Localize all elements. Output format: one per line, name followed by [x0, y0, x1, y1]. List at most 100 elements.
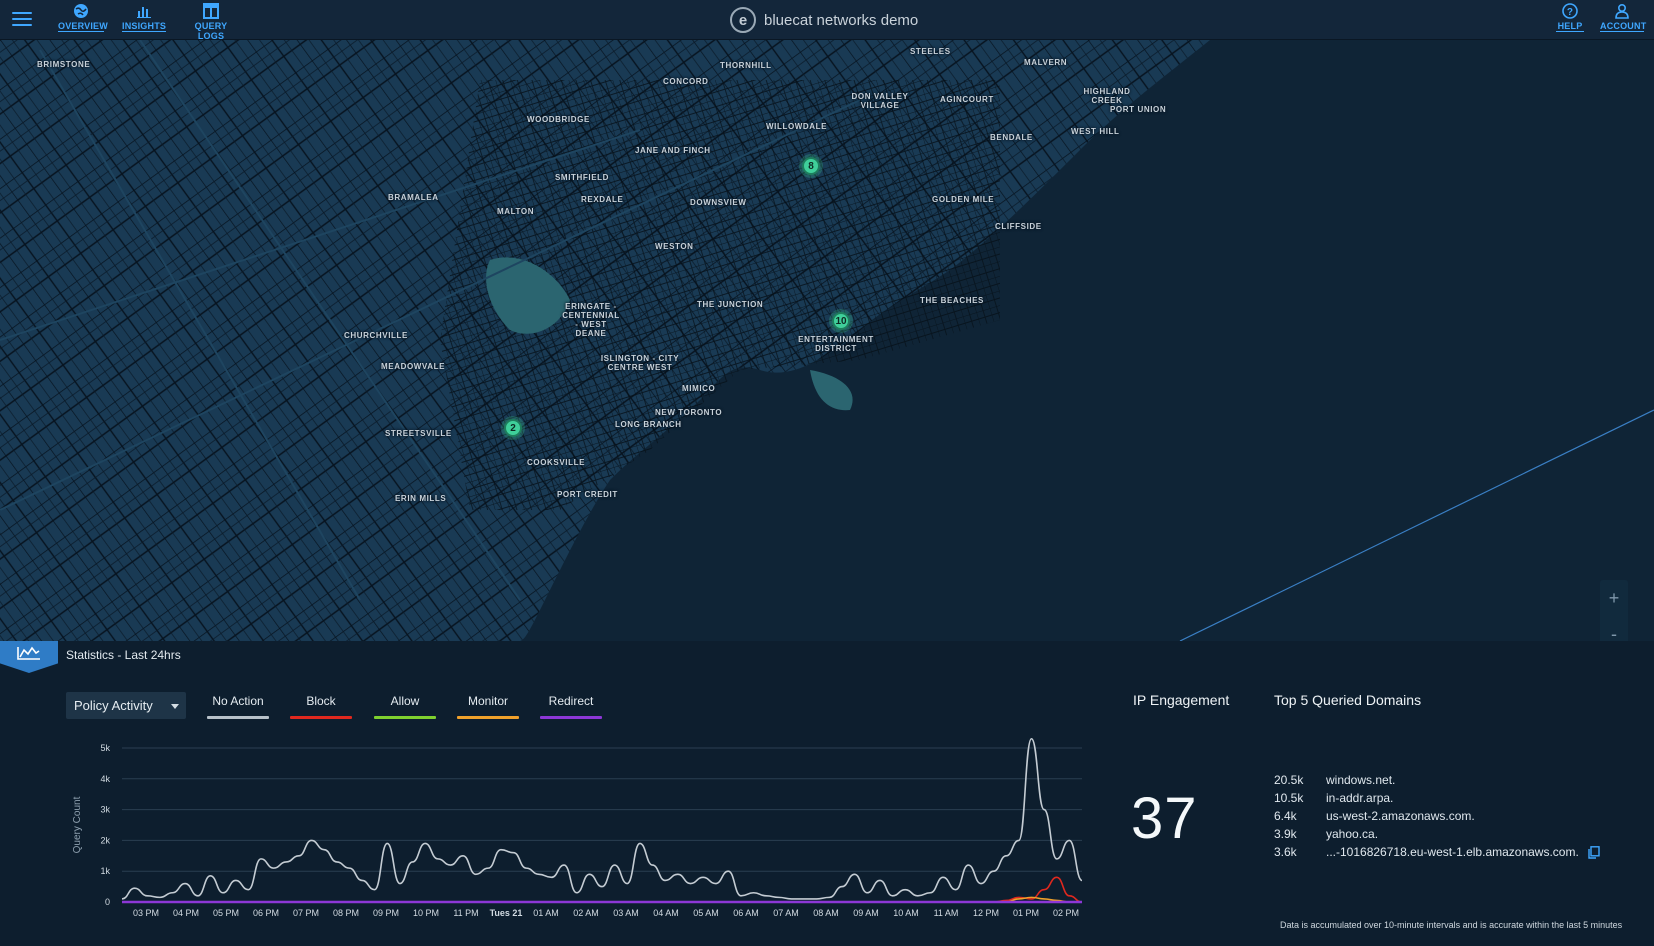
brand: e bluecat networks demo — [730, 5, 918, 35]
svg-text:?: ? — [1567, 7, 1573, 18]
chart-x-tick-label: 02 PM — [1053, 908, 1079, 918]
chart-y-tick-label: 4k — [100, 774, 110, 784]
nav-account[interactable]: ACCOUNT — [1600, 3, 1646, 32]
nav-insights[interactable]: INSIGHTS — [122, 3, 166, 32]
legend-block[interactable]: Block — [290, 694, 352, 719]
chevron-down-icon — [171, 704, 179, 709]
map-label: LONG BRANCH — [615, 420, 682, 429]
chart-x-tick-label: 05 PM — [213, 908, 239, 918]
activity-type-value: Policy Activity — [74, 698, 153, 713]
map-label: JANE AND FINCH — [635, 146, 711, 155]
zoom-in-button[interactable]: + — [1600, 580, 1628, 616]
chart-y-tick-label: 1k — [100, 866, 110, 876]
zoom-control: + - — [1600, 580, 1628, 641]
legend-redirect[interactable]: Redirect — [540, 694, 602, 719]
chart-x-tick-label: 06 PM — [253, 908, 279, 918]
domain-name: yahoo.ca. — [1326, 827, 1379, 841]
map-cluster-marker[interactable]: 2 — [504, 419, 522, 437]
nav-overview-label: OVERVIEW — [58, 21, 108, 32]
map-label: STREETSVILLE — [385, 429, 452, 438]
line-chart-icon — [17, 646, 40, 660]
chart-x-tick-label: 08 AM — [813, 908, 839, 918]
chart-x-tick-label: 10 PM — [413, 908, 439, 918]
map-label: MALVERN — [1024, 58, 1068, 67]
nav-overview[interactable]: OVERVIEW — [58, 3, 108, 32]
map-label: MALTON — [497, 207, 535, 216]
map-label: SMITHFIELD — [555, 173, 609, 182]
domain-row: 3.6k ...-1016826718.eu-west-1.elb.amazona… — [1274, 845, 1600, 863]
map-cluster-marker[interactable]: 10 — [832, 312, 850, 330]
domain-name: windows.net. — [1326, 773, 1396, 787]
copy-icon[interactable] — [1588, 846, 1600, 860]
statistics-title: Statistics - Last 24hrs — [66, 648, 181, 662]
ip-engagement-title: IP Engagement — [1133, 692, 1230, 708]
map-label: ENTERTAINMENT DISTRICT — [798, 335, 874, 353]
table-icon — [203, 3, 219, 19]
chart-x-tick-label: Tues 21 — [490, 908, 523, 918]
map-label: THE BEACHES — [920, 296, 984, 305]
map-label: BENDALE — [990, 133, 1033, 142]
chart-y-tick-label: 5k — [100, 743, 110, 753]
map-label: HIGHLAND CREEK — [1083, 87, 1131, 105]
legend-swatch — [207, 716, 269, 719]
map-label: MIMICO — [682, 384, 716, 393]
chart-x-tick-label: 09 PM — [373, 908, 399, 918]
domain-row: 6.4k us-west-2.amazonaws.com. — [1274, 809, 1475, 827]
domain-name: in-addr.arpa. — [1326, 791, 1394, 805]
nav-query-logs-label: QUERY LOGS — [182, 21, 240, 42]
chart-x-tick-label: 03 PM — [133, 908, 159, 918]
data-footnote: Data is accumulated over 10-minute inter… — [1280, 920, 1623, 930]
domain-count: 3.6k — [1274, 845, 1297, 859]
map-label: ERIN MILLS — [395, 494, 447, 503]
map-label: BRIMSTONE — [37, 60, 91, 69]
chart-x-tick-label: 12 PM — [973, 908, 999, 918]
chart-x-tick-label: 04 AM — [653, 908, 679, 918]
legend-label: Allow — [390, 694, 420, 708]
zoom-out-button[interactable]: - — [1600, 616, 1628, 641]
bluecat-logo-icon: e — [730, 7, 756, 33]
chart-y-tick-label: 3k — [100, 805, 110, 815]
domain-count: 6.4k — [1274, 809, 1297, 823]
legend-label: Redirect — [548, 694, 594, 708]
chart-x-tick-label: 06 AM — [733, 908, 759, 918]
nav-help-label: HELP — [1556, 21, 1584, 32]
map-label: WEST HILL — [1071, 127, 1120, 136]
help-icon: ? — [1562, 3, 1578, 19]
legend-allow[interactable]: Allow — [374, 694, 436, 719]
chart-x-tick-label: 01 PM — [1013, 908, 1039, 918]
map-label: CONCORD — [663, 77, 709, 86]
domain-count: 20.5k — [1274, 773, 1304, 787]
domain-row: 10.5k in-addr.arpa. — [1274, 791, 1393, 809]
map-cluster-marker[interactable]: 8 — [802, 157, 820, 175]
hamburger-menu-icon[interactable] — [12, 9, 32, 27]
legend-swatch — [374, 716, 436, 719]
map-view[interactable]: BRIMSTONE THORNHILL STEELES MALVERN CONC… — [0, 40, 1654, 641]
domain-count: 3.9k — [1274, 827, 1297, 841]
legend-no-action[interactable]: No Action — [207, 694, 269, 719]
bar-chart-icon — [137, 7, 151, 18]
map-label: ISLINGTON - CITY CENTRE WEST — [600, 354, 680, 372]
chart-x-tick-label: 11 AM — [934, 908, 959, 918]
map-label: CHURCHVILLE — [344, 331, 408, 340]
brand-name: bluecat networks demo — [764, 11, 919, 29]
legend-monitor[interactable]: Monitor — [457, 694, 519, 719]
chart-x-tick-label: 04 PM — [173, 908, 199, 918]
chart-x-tick-label: 05 AM — [693, 908, 719, 918]
nav-query-logs[interactable]: QUERY LOGS — [182, 3, 240, 42]
legend-swatch — [540, 716, 602, 719]
activity-type-select[interactable]: Policy Activity — [66, 692, 186, 719]
map-label: GOLDEN MILE — [932, 195, 995, 204]
map-label: NEW TORONTO — [655, 408, 723, 417]
map-label: PORT UNION — [1110, 105, 1167, 114]
nav-help[interactable]: ? HELP — [1556, 3, 1584, 32]
map-label: AGINCOURT — [940, 95, 994, 104]
ip-engagement-value: 37 — [1131, 786, 1198, 851]
statistics-toggle[interactable] — [0, 641, 58, 673]
chart-x-tick-label: 08 PM — [333, 908, 359, 918]
legend-label: No Action — [212, 694, 264, 708]
nav-insights-label: INSIGHTS — [122, 21, 167, 32]
legend-label: Block — [306, 694, 336, 708]
domain-row: 20.5k windows.net. — [1274, 773, 1395, 791]
chart-x-tick-label: 07 PM — [293, 908, 319, 918]
chart-x-tick-label: 02 AM — [573, 908, 599, 918]
